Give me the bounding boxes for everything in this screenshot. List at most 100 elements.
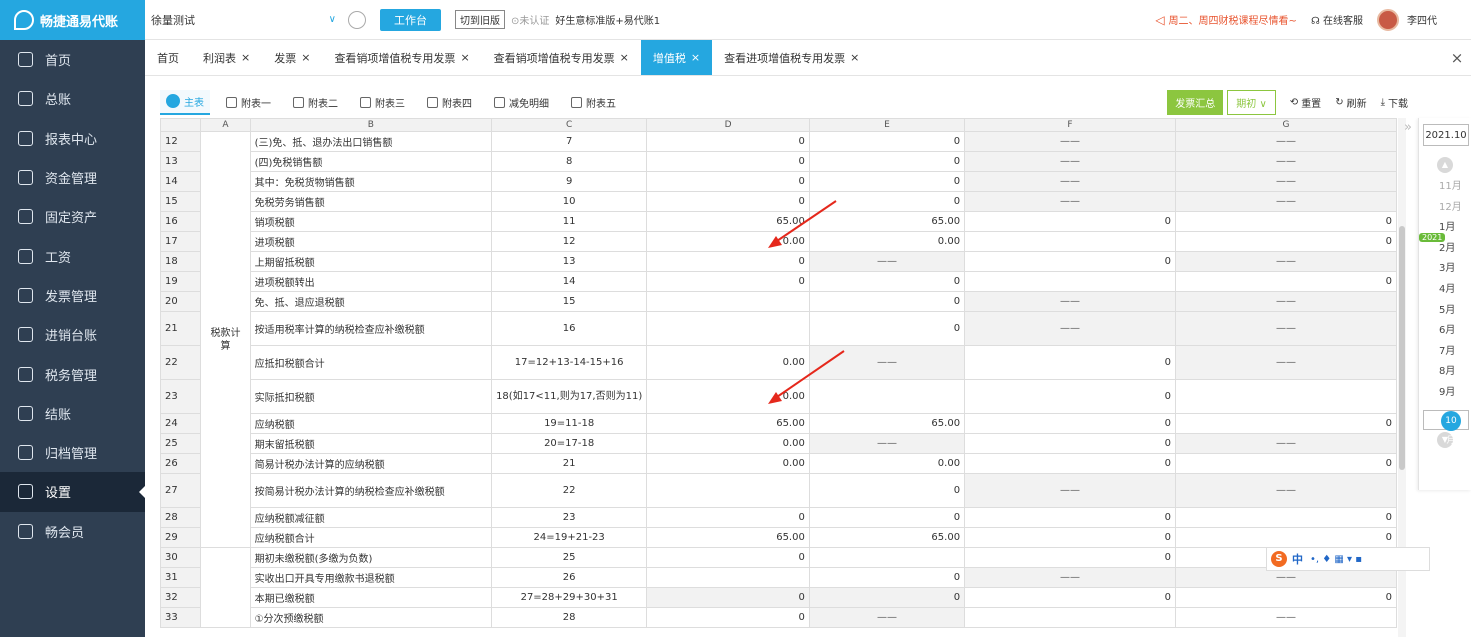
value-cell-d[interactable]: 0.00 [646,453,810,474]
value-cell-g[interactable]: —— [1174,433,1397,454]
column-header[interactable]: C [491,118,648,132]
value-cell-e[interactable]: 0 [808,191,966,212]
tab-item[interactable]: 查看销项增值税专用发票 × [322,40,481,75]
value-cell-g[interactable]: 0 [1174,413,1397,434]
row-number[interactable]: 26 [160,453,202,474]
value-cell-g[interactable]: 0 [1174,453,1397,474]
value-cell-d[interactable] [646,291,810,312]
value-cell-g[interactable]: —— [1174,131,1397,152]
value-cell-e[interactable]: 65.00 [808,413,966,434]
sidebar-item-gear[interactable]: 设置 [0,472,145,512]
value-cell-e[interactable]: 65.00 [808,527,966,548]
sidebar-item-chart[interactable]: 报表中心 [0,119,145,158]
value-cell-g[interactable]: 0 [1174,527,1397,548]
subtab-item[interactable]: 减免明细 [488,91,555,114]
row-number[interactable]: 15 [160,191,202,212]
value-cell-e[interactable]: 0 [808,311,966,346]
row-number[interactable]: 27 [160,473,202,508]
value-cell-g[interactable]: —— [1174,251,1397,272]
value-cell-g[interactable]: —— [1174,171,1397,192]
row-number[interactable]: 12 [160,131,202,152]
download-button[interactable]: ⤓ 下载 [1381,95,1408,110]
tab-item[interactable]: 查看销项增值税专用发票 × [482,40,641,75]
value-cell-e[interactable]: 0 [808,507,966,528]
value-cell-g[interactable]: —— [1174,151,1397,172]
avatar[interactable] [1377,8,1399,31]
value-cell-f[interactable]: 0 [964,527,1176,548]
row-number[interactable]: 14 [160,171,202,192]
value-cell-d[interactable]: 0.00 [646,433,810,454]
tab-item[interactable]: 增值税 × [640,40,713,75]
row-number[interactable]: 16 [160,211,202,232]
value-cell-e[interactable]: 0 [808,131,966,152]
sidebar-item-tax[interactable]: 税务管理 [0,354,145,393]
sidebar-item-money[interactable]: 资金管理 [0,158,145,197]
ime-toolbar[interactable]: S 中 •, ♦ ▦ ▾ ▪ [1266,547,1430,571]
value-cell-f[interactable]: 0 [964,413,1176,434]
value-cell-f[interactable] [964,607,1176,628]
month-item[interactable]: 6月 [1419,321,1471,342]
value-cell-f[interactable]: —— [964,567,1176,588]
subtab-item[interactable]: 附表三 [354,91,411,114]
value-cell-d[interactable] [646,473,810,508]
row-number[interactable]: 19 [160,271,202,292]
invoice-summary-button[interactable]: 发票汇总 [1167,89,1224,115]
sidebar-item-close-book[interactable]: 结账 [0,394,145,433]
sidebar-item-asset[interactable]: 固定资产 [0,197,145,236]
value-cell-d[interactable] [646,311,810,346]
company-select[interactable]: 徐量测试 ∨ [151,8,346,32]
month-item[interactable]: 11月 [1419,177,1471,198]
value-cell-e[interactable]: 0.00 [808,453,966,474]
value-cell-e[interactable]: —— [808,251,966,272]
value-cell-e[interactable]: 0 [808,151,966,172]
sidebar-item-ledger[interactable]: 总账 [0,79,145,118]
value-cell-d[interactable]: 0 [646,191,810,212]
value-cell-f[interactable]: —— [964,291,1176,312]
menu-circle-icon[interactable] [348,10,366,29]
value-cell-f[interactable]: —— [964,191,1176,212]
value-cell-d[interactable]: 0 [646,507,810,528]
value-cell-d[interactable]: 0.00 [646,231,810,252]
value-cell-d[interactable]: 0 [646,271,810,292]
close-icon[interactable]: × [241,51,250,64]
value-cell-f[interactable]: —— [964,151,1176,172]
switch-old-version-button[interactable]: 切到旧版 [455,10,505,29]
online-service-link[interactable]: ☊ 在线客服 [1311,12,1363,27]
close-icon[interactable]: × [301,51,310,64]
subtab-item[interactable]: 附表四 [421,91,478,114]
month-item[interactable]: 7月 [1419,342,1471,363]
value-cell-g[interactable] [1174,379,1397,414]
value-cell-f[interactable] [964,271,1176,292]
row-number[interactable]: 20 [160,291,202,312]
value-cell-e[interactable]: —— [808,607,966,628]
month-item[interactable]: 3月 [1419,259,1471,280]
value-cell-d[interactable]: 0 [646,131,810,152]
close-all-tabs-icon[interactable]: × [1443,40,1471,75]
value-cell-f[interactable]: 0 [964,345,1176,380]
value-cell-g[interactable]: —— [1174,473,1397,508]
brand-logo[interactable]: 畅捷通易代账 [0,0,145,40]
value-cell-d[interactable]: 0 [646,251,810,272]
value-cell-d[interactable]: 0 [646,587,810,608]
value-cell-f[interactable]: 0 [964,251,1176,272]
current-period[interactable]: 2021.10 [1423,124,1469,146]
tab-item[interactable]: 利润表 × [191,40,262,75]
sidebar-item-member[interactable]: 畅会员 [0,512,145,551]
column-header[interactable]: D [646,118,810,132]
value-cell-d[interactable]: 0 [646,607,810,628]
row-number[interactable]: 17 [160,231,202,252]
subtab-item[interactable]: 附表二 [287,91,344,114]
month-item[interactable]: 10月 [1423,409,1469,446]
value-cell-d[interactable]: 0.00 [646,379,810,414]
value-cell-d[interactable]: 0 [646,171,810,192]
close-icon[interactable]: × [460,51,469,64]
tab-item[interactable]: 首页 [145,40,191,75]
ime-tools-icon[interactable]: •, ♦ ▦ ▾ ▪ [1310,554,1362,565]
value-cell-e[interactable]: —— [808,345,966,380]
close-icon[interactable]: × [691,51,700,64]
value-cell-g[interactable]: —— [1174,191,1397,212]
value-cell-e[interactable]: 0 [808,271,966,292]
panel-toggle-icon[interactable]: » [1404,120,1412,135]
subtab-item[interactable]: 附表一 [220,91,277,114]
value-cell-f[interactable]: 0 [964,433,1176,454]
